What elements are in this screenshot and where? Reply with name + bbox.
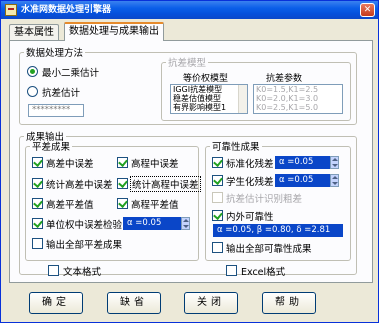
height-rmse-label: 高程中误差: [131, 159, 179, 170]
unit-weight-alpha-field[interactable]: α =0.05: [123, 217, 181, 230]
adjust-results-legend: 平差成果: [32, 142, 71, 153]
std-residual-alpha-field[interactable]: α =0.05: [275, 156, 330, 169]
robust-model-legend: 抗差模型: [168, 58, 207, 69]
param-item-3[interactable]: K0=2.5,K1=5.0: [254, 103, 342, 112]
model-item-bounded[interactable]: 有界影响模型1: [171, 103, 247, 112]
robust-radio[interactable]: [27, 86, 38, 97]
unit-weight-test-label: 单位权中误差检验: [46, 220, 123, 231]
inner-outer-checkbox[interactable]: [212, 210, 223, 221]
std-residual-checkbox[interactable]: [212, 157, 223, 168]
robust-model-list[interactable]: IGGI抗差模型 稳差估值模型 有界影响模型1: [170, 84, 248, 114]
title-bar[interactable]: 水准网数据处理引擎器 ✕: [1, 1, 378, 19]
tab-data-processing[interactable]: 数据处理与成果输出: [64, 22, 164, 41]
app-icon: [5, 4, 17, 16]
dialog-window: 水准网数据处理引擎器 ✕ 基本属性 数据处理与成果输出 数据处理方法 最小二乘估…: [0, 0, 379, 323]
robust-identify-checkbox[interactable]: [212, 192, 223, 203]
param-item-2[interactable]: K0=2.0,K1=3.0: [254, 94, 342, 103]
close-button[interactable]: 关闭: [184, 292, 238, 314]
export-all-adjust-checkbox[interactable]: [32, 238, 43, 249]
stat-elev-rmse-label: 统计高差中误差: [46, 180, 113, 191]
default-button[interactable]: 缺省: [107, 292, 161, 314]
text-format-label: 文本格式: [63, 267, 102, 278]
std-residual-label: 标准化残差: [226, 159, 274, 170]
robust-identify-label: 抗差估计识别粗差: [226, 194, 303, 205]
std-residual-alpha-spinner[interactable]: [330, 156, 339, 169]
window-title: 水准网数据处理引擎器: [21, 5, 112, 15]
params-column-header: 抗差参数: [266, 74, 303, 84]
model-item-iggi[interactable]: IGGI抗差模型: [171, 85, 247, 94]
elev-adj-checkbox[interactable]: [32, 198, 43, 209]
inner-outer-params-field[interactable]: α =0.05, β =0.80, δ =2.81: [213, 224, 343, 237]
model-list-scrollbar[interactable]: [238, 85, 247, 113]
robust-label: 抗差估计: [42, 88, 81, 99]
unit-weight-alpha-spinner[interactable]: [181, 217, 190, 230]
excel-format-checkbox[interactable]: [226, 265, 237, 276]
model-item-stable[interactable]: 稳差估值模型: [171, 94, 247, 103]
stat-elev-rmse-checkbox[interactable]: [32, 178, 43, 189]
elev-rmse-checkbox[interactable]: [32, 157, 43, 168]
stat-height-rmse-label: 统计高程中误差: [130, 176, 201, 192]
param-item-1[interactable]: K0=1.5,K1=2.5: [254, 85, 342, 94]
student-residual-alpha-spinner[interactable]: [330, 174, 339, 187]
close-window-button[interactable]: ✕: [360, 3, 375, 17]
robust-params-list[interactable]: K0=1.5,K1=2.5 K0=2.0,K1=3.0 K0=2.5,K1=5.…: [253, 84, 343, 114]
reliability-legend: 可靠性成果: [212, 142, 260, 153]
model-column-header: 等价权模型: [183, 74, 229, 84]
data-method-legend: 数据处理方法: [26, 48, 84, 59]
least-squares-label: 最小二乘估计: [42, 68, 100, 79]
robust-value-field[interactable]: *********: [28, 104, 84, 117]
text-format-checkbox[interactable]: [48, 265, 59, 276]
height-adj-checkbox[interactable]: [117, 198, 128, 209]
tab-basic-properties[interactable]: 基本属性: [9, 24, 59, 41]
stat-height-rmse-checkbox[interactable]: [117, 178, 128, 189]
height-adj-label: 高程平差值: [131, 200, 179, 211]
height-rmse-checkbox[interactable]: [117, 157, 128, 168]
student-residual-label: 学生化残差: [226, 177, 274, 188]
help-button[interactable]: 帮助: [262, 292, 316, 314]
excel-format-label: Excel格式: [241, 267, 286, 278]
elev-adj-label: 高差平差值: [46, 200, 94, 211]
export-all-reliability-checkbox[interactable]: [212, 242, 223, 253]
tab-panel: 数据处理方法 最小二乘估计 抗差估计 ********* 抗差模型 等价权模型 …: [9, 40, 373, 283]
student-residual-alpha-field[interactable]: α =0.05: [275, 174, 330, 187]
ok-button[interactable]: 确定: [29, 292, 83, 314]
elev-rmse-label: 高差中误差: [46, 159, 94, 170]
student-residual-checkbox[interactable]: [212, 175, 223, 186]
export-all-adjust-label: 输出全部平差成果: [46, 240, 123, 251]
export-all-reliability-label: 输出全部可靠性成果: [226, 244, 312, 255]
inner-outer-label: 内外可靠性: [226, 212, 274, 223]
unit-weight-test-checkbox[interactable]: [32, 218, 43, 229]
least-squares-radio[interactable]: [27, 66, 38, 77]
